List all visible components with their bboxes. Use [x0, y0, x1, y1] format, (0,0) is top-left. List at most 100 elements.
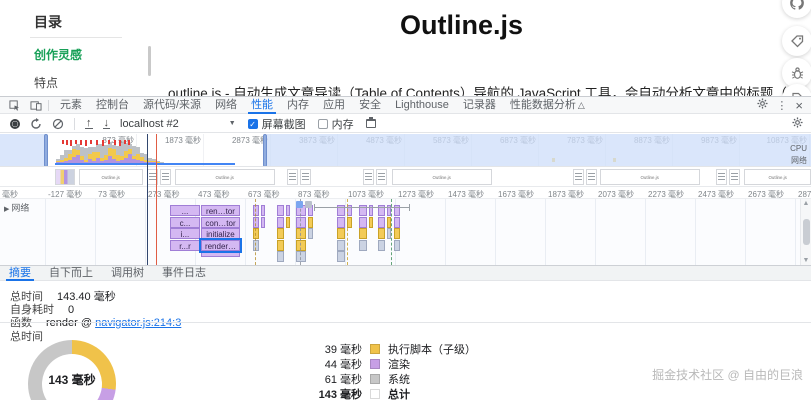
flame-event[interactable] — [308, 228, 313, 239]
filmstrip-thumbnail[interactable]: Outline.js — [79, 169, 143, 185]
flame-event[interactable] — [359, 239, 367, 251]
flame-event[interactable] — [253, 228, 259, 239]
flame-event[interactable] — [359, 216, 367, 228]
network-track-header[interactable]: ▶ 网络 — [4, 201, 29, 214]
flame-event[interactable] — [253, 216, 259, 228]
filmstrip-thumbnail[interactable]: Outline.js — [175, 169, 275, 185]
flame-event[interactable]: i... — [170, 228, 200, 239]
scroll-down-icon[interactable]: ▼ — [803, 257, 810, 264]
devtools-tab-元素[interactable]: 元素 — [53, 97, 89, 114]
sidebar-item[interactable]: 特点 — [34, 74, 144, 91]
close-devtools-icon[interactable]: × — [795, 99, 803, 112]
flame-event[interactable] — [394, 216, 400, 228]
device-toolbar-icon[interactable] — [28, 99, 44, 112]
flame-event[interactable] — [286, 205, 290, 216]
timing-marker[interactable] — [305, 201, 312, 208]
flame-event[interactable] — [277, 228, 284, 239]
timing-marker[interactable] — [296, 201, 303, 208]
screenshot-filmstrip[interactable]: Outline.js Outline.js Outline.js Outline.js… — [0, 167, 811, 187]
filmstrip-thumbnail[interactable] — [160, 169, 171, 185]
flame-scrollbar[interactable]: ▲ ▼ — [800, 199, 811, 265]
settings-gear-icon[interactable] — [757, 96, 768, 114]
float-button[interactable] — [782, 0, 811, 18]
flame-event[interactable]: c... — [170, 216, 200, 228]
flame-event[interactable]: initialize — [201, 228, 240, 239]
flame-event[interactable] — [296, 239, 306, 251]
flame-event[interactable] — [394, 228, 400, 239]
flame-event[interactable] — [337, 239, 345, 251]
profile-select[interactable]: localhost #2 ▼ — [120, 118, 236, 130]
filmstrip-thumbnail[interactable]: Outline.js — [600, 169, 700, 185]
flame-event[interactable]: con…tor — [201, 216, 240, 228]
devtools-tab-应用[interactable]: 应用 — [316, 97, 352, 114]
flame-event[interactable] — [253, 205, 259, 216]
flame-event[interactable] — [378, 228, 385, 239]
window-handle-right[interactable] — [263, 134, 267, 166]
filmstrip-thumbnail[interactable] — [300, 169, 311, 185]
flame-event[interactable] — [277, 205, 284, 216]
scrollbar-thumb[interactable] — [802, 219, 810, 245]
filmstrip-thumbnail[interactable]: Outline.js — [744, 169, 811, 185]
flame-event[interactable] — [337, 228, 345, 239]
filmstrip-thumbnail[interactable] — [729, 169, 740, 185]
window-handle-left[interactable] — [44, 134, 48, 166]
kebab-menu-icon[interactable]: ⋮ — [776, 99, 787, 112]
flame-event[interactable] — [261, 205, 265, 216]
flame-event[interactable]: ren…tor — [201, 205, 240, 216]
details-tab-自下而上[interactable]: 自下而上 — [40, 266, 102, 281]
reload-and-record-icon[interactable] — [30, 117, 42, 130]
collect-garbage-icon[interactable] — [365, 117, 376, 128]
devtools-tab-安全[interactable]: 安全 — [352, 97, 388, 114]
flame-event[interactable] — [308, 216, 313, 228]
flame-event[interactable] — [253, 239, 259, 251]
flame-event[interactable] — [296, 251, 306, 262]
filmstrip-thumbnail[interactable] — [55, 169, 75, 185]
filmstrip-thumbnail[interactable] — [287, 169, 298, 185]
filmstrip-thumbnail[interactable] — [573, 169, 584, 185]
devtools-tab-网络[interactable]: 网络 — [208, 97, 244, 114]
flame-event[interactable] — [394, 239, 400, 251]
devtools-tab-Lighthouse[interactable]: Lighthouse — [388, 97, 456, 114]
flame-event[interactable] — [261, 216, 265, 228]
flame-event[interactable] — [296, 216, 306, 228]
capture-settings-gear-icon[interactable] — [792, 116, 803, 131]
flame-event[interactable] — [337, 216, 345, 228]
sidebar-scrollbar[interactable] — [148, 46, 151, 76]
scroll-up-icon[interactable]: ▲ — [803, 200, 810, 207]
filmstrip-thumbnail[interactable] — [586, 169, 597, 185]
devtools-tab-性能[interactable]: 性能 — [244, 97, 280, 114]
flame-event[interactable] — [337, 251, 345, 262]
filmstrip-thumbnail[interactable] — [376, 169, 387, 185]
flame-event[interactable]: r...r — [170, 239, 200, 251]
flame-event[interactable] — [286, 216, 290, 228]
inspect-icon[interactable] — [6, 99, 22, 112]
screenshots-checkbox[interactable]: ✓ 屏幕截图 — [247, 116, 306, 132]
details-tab-事件日志[interactable]: 事件日志 — [153, 266, 215, 281]
flame-event[interactable] — [277, 239, 284, 251]
filmstrip-thumbnail[interactable]: Outline.js — [392, 169, 492, 185]
timeline-overview[interactable]: 873 毫秒1873 毫秒2873 毫秒3873 毫秒4873 毫秒5873 毫… — [0, 134, 811, 167]
devtools-tab-记录器[interactable]: 记录器 — [456, 97, 503, 114]
filmstrip-thumbnail[interactable] — [716, 169, 727, 185]
sidebar-item[interactable]: 创作灵感 — [34, 46, 144, 63]
flame-event[interactable] — [277, 251, 284, 262]
flame-event[interactable] — [378, 239, 385, 251]
source-location-link[interactable]: navigator.js:214:3 — [95, 317, 181, 329]
flame-event[interactable] — [369, 216, 373, 228]
filmstrip-thumbnail[interactable] — [363, 169, 374, 185]
flame-event[interactable] — [378, 216, 385, 228]
flame-event[interactable] — [296, 228, 306, 239]
devtools-tab-控制台[interactable]: 控制台 — [89, 97, 136, 114]
memory-checkbox[interactable]: 内存 — [317, 116, 354, 132]
record-button[interactable] — [10, 118, 20, 129]
save-profile-icon[interactable]: ↓ — [102, 118, 110, 129]
devtools-tab-性能数据分析[interactable]: 性能数据分析 △ — [503, 97, 592, 114]
flame-event-selected[interactable]: render… — [199, 237, 242, 253]
load-profile-icon[interactable]: ↑ — [85, 118, 93, 129]
float-button[interactable] — [782, 26, 811, 56]
flame-event[interactable] — [277, 216, 284, 228]
flame-event[interactable] — [201, 251, 240, 257]
details-tab-摘要[interactable]: 摘要 — [0, 266, 40, 281]
details-tab-调用树[interactable]: 调用树 — [102, 266, 153, 281]
flame-event[interactable]: ... — [170, 205, 200, 216]
